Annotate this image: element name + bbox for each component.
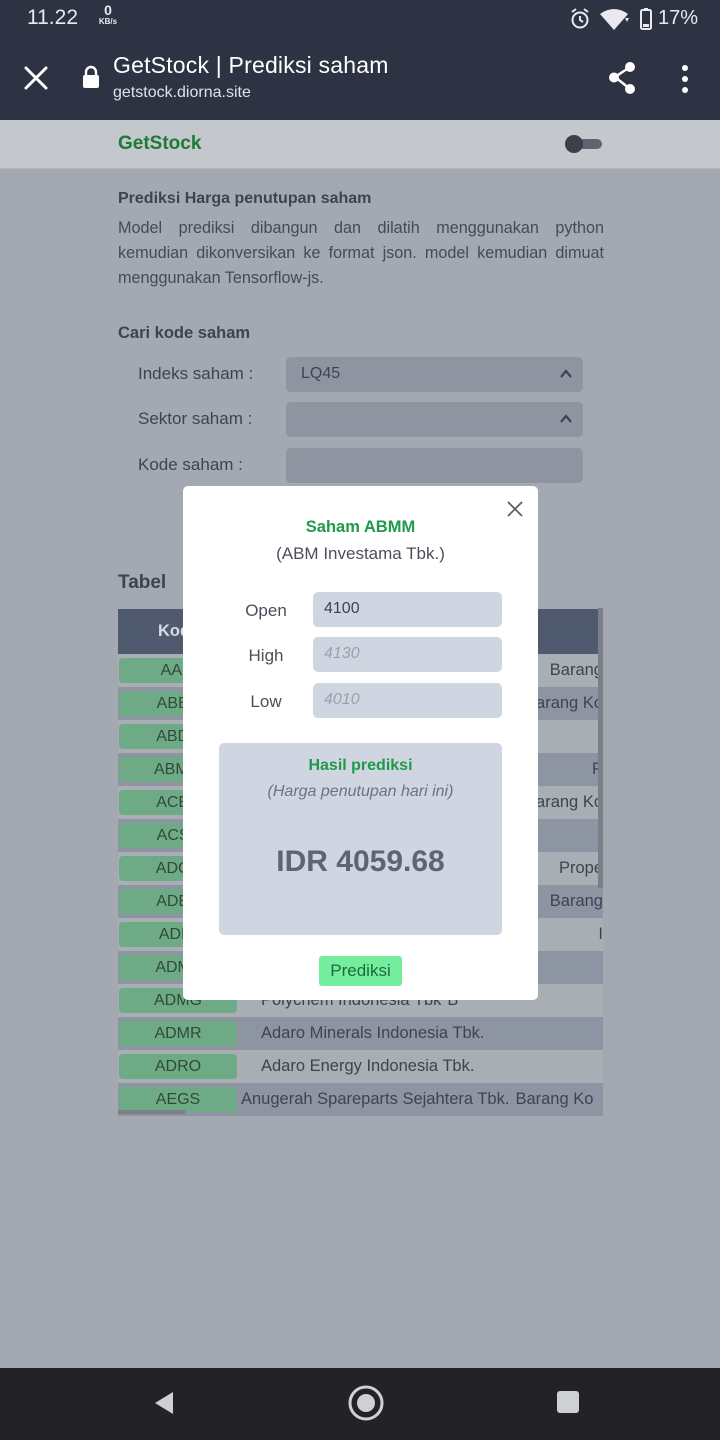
status-time: 11.22 (27, 6, 78, 29)
row-sector-text: arang Ko (536, 694, 603, 712)
low-label: Low (250, 692, 282, 711)
result-title: Hasil prediksi (308, 757, 413, 774)
table-heading: Tabel (118, 572, 167, 593)
section-heading: Prediksi Harga penutupan saham (118, 190, 372, 207)
low-row: Low 4010 (183, 683, 538, 719)
network-speed-unit: KB/s (98, 17, 118, 26)
alarm-icon (571, 8, 589, 29)
wifi-icon (600, 9, 629, 30)
description: Model prediksi dibangun dan dilatih meng… (118, 219, 604, 287)
chevron-up-icon (560, 369, 572, 378)
code-label: Kode saham : (138, 455, 243, 474)
index-select[interactable]: LQ45 (286, 357, 583, 392)
company-name-text: Adaro Minerals Indonesia Tbk. (261, 1024, 485, 1042)
table-row[interactable]: Adaro Energy Indonesia Tbk. ADRO (118, 1050, 603, 1083)
predict-button[interactable]: Prediksi (319, 956, 402, 986)
row-sector-text: Prope (558, 859, 603, 877)
row-sector-text: I (598, 925, 603, 943)
code-row: Kode saham : (138, 448, 604, 484)
row-stock-code[interactable]: AEGS (119, 1087, 237, 1112)
main-content: Prediksi Harga penutupan saham Model pre… (118, 190, 604, 483)
table-horizontal-scrollbar[interactable] (118, 1110, 185, 1114)
open-label: Open (245, 601, 287, 620)
app-navbar: GetStock (0, 120, 720, 169)
battery-percentage: 17% (658, 7, 699, 29)
low-input[interactable]: 4010 (313, 683, 502, 718)
result-subtitle: (Harga penutupan hari ini) (267, 783, 454, 800)
modal-subtitle: (ABM Investama Tbk.) (276, 544, 445, 563)
share-icon[interactable] (606, 60, 638, 96)
page-title: GetStock | Prediksi saham (113, 52, 389, 78)
toggle-knob (565, 135, 583, 153)
sector-row: Sektor saham : (138, 402, 604, 438)
system-nav-bar (0, 1368, 720, 1440)
table-row[interactable]: Adaro Minerals Indonesia Tbk. ADMR (118, 1017, 603, 1050)
status-bar: 11.22 0 KB/s 17% (0, 0, 720, 38)
row-sector-text: arang Ko (536, 793, 603, 811)
high-input-placeholder: 4130 (324, 645, 360, 662)
open-row: Open 4100 (183, 592, 538, 628)
high-row: High 4130 (183, 637, 538, 673)
close-tab-icon[interactable] (22, 64, 50, 92)
close-icon[interactable] (506, 500, 524, 518)
network-speed-value: 0 (104, 2, 112, 18)
row-company-name: Adaro Minerals Indonesia Tbk. (239, 1017, 603, 1050)
table-vertical-scrollbar[interactable] (598, 608, 603, 888)
chevron-up-icon (560, 414, 572, 423)
row-stock-code[interactable]: ADMR (119, 1021, 237, 1046)
open-input[interactable]: 4100 (313, 592, 502, 627)
low-input-placeholder: 4010 (324, 691, 360, 708)
network-speed: 0 KB/s (96, 2, 120, 27)
status-icons (571, 8, 652, 30)
modal-title: Saham ABMM (305, 518, 416, 536)
open-input-value: 4100 (324, 600, 360, 617)
row-stock-code[interactable]: ADRO (119, 1054, 237, 1079)
table-row[interactable]: Anugerah Spareparts Sejahtera Tbk. Barang… (118, 1083, 603, 1116)
high-input[interactable]: 4130 (313, 637, 502, 672)
prediction-result-panel: Hasil prediksi (Harga penutupan hari ini… (219, 743, 502, 935)
row-sector-text: Barang (549, 892, 603, 910)
index-select-value: LQ45 (301, 365, 341, 382)
result-value: IDR 4059.68 (276, 845, 445, 878)
back-icon[interactable] (153, 1390, 175, 1416)
theme-toggle[interactable] (564, 135, 604, 153)
prediction-modal: Saham ABMM (ABM Investama Tbk.) Open 410… (183, 486, 538, 1000)
high-label: High (248, 646, 284, 665)
lock-icon (83, 65, 99, 88)
browser-toolbar: GetStock | Prediksi saham getstock.diorn… (0, 38, 720, 120)
sector-label: Sektor saham : (138, 409, 253, 428)
company-name-text: Adaro Energy Indonesia Tbk. (261, 1057, 475, 1075)
row-sector-text: Barang (549, 661, 603, 679)
search-heading: Cari kode saham (118, 324, 251, 342)
recent-apps-icon[interactable] (557, 1391, 579, 1413)
row-company-name: Adaro Energy Indonesia Tbk. (239, 1050, 603, 1083)
more-options-icon[interactable] (678, 64, 692, 94)
home-icon[interactable] (347, 1384, 385, 1422)
row-company-name: Anugerah Spareparts Sejahtera Tbk. Barang… (239, 1083, 603, 1116)
company-name-text: Anugerah Spareparts Sejahtera Tbk. (241, 1090, 510, 1108)
page-url[interactable]: getstock.diorna.site (113, 84, 251, 102)
row-sector-text: Barang Ko (515, 1090, 594, 1108)
code-input[interactable] (286, 448, 583, 483)
index-row: Indeks saham : LQ45 (138, 357, 604, 393)
index-label: Indeks saham : (138, 364, 254, 383)
sector-select[interactable] (286, 402, 583, 437)
brand-logo[interactable]: GetStock (118, 133, 201, 155)
battery-icon (640, 8, 652, 30)
